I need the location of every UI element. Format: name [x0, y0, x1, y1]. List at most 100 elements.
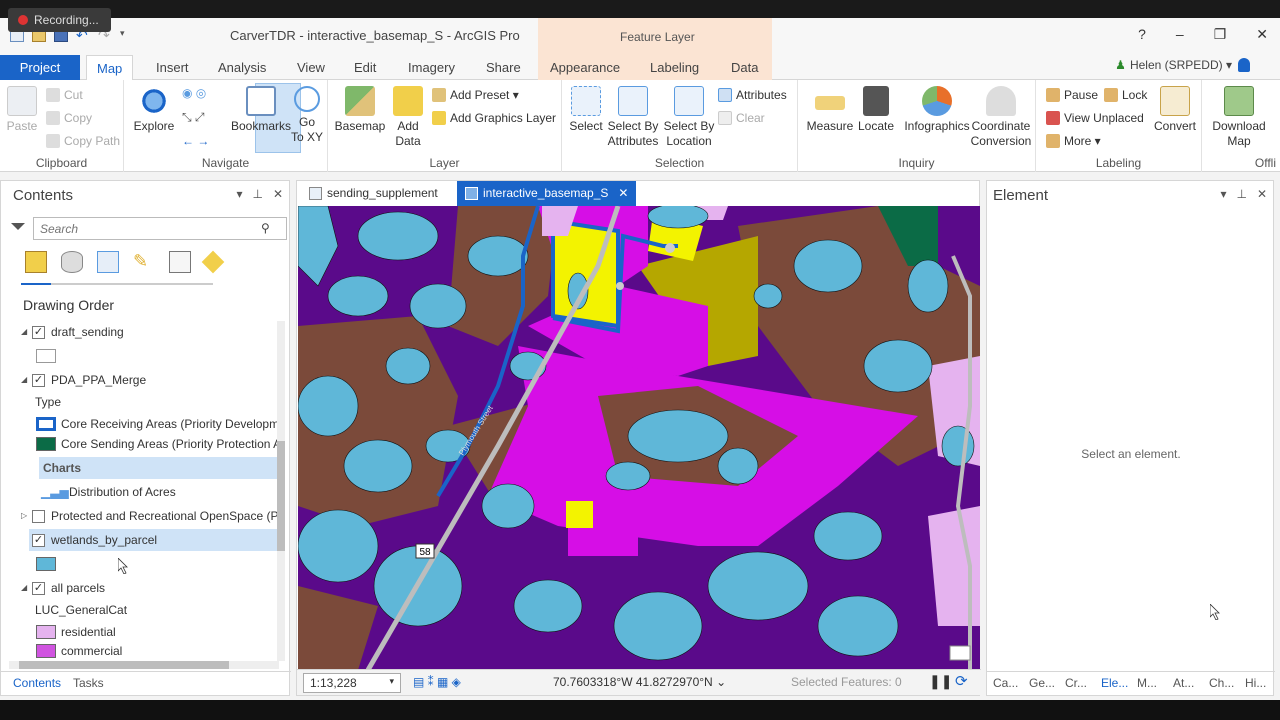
wetland-polygon[interactable] — [298, 375, 359, 437]
layer-protected-openspace[interactable]: ▷ Protected and Recreational OpenSpace (P… — [1, 505, 277, 527]
tab-attributes[interactable]: At... — [1173, 676, 1194, 690]
tab-contents[interactable]: Contents — [13, 676, 61, 690]
wetland-polygon[interactable] — [753, 283, 783, 309]
tab-catalog[interactable]: Ca... — [993, 676, 1018, 690]
tab-element[interactable]: Ele... — [1101, 676, 1128, 690]
copy-path-button[interactable]: Copy Path — [46, 134, 120, 148]
parcel-selected[interactable] — [566, 501, 593, 528]
user-account[interactable]: ♟ Helen (SRPEDD) ▾ — [1115, 58, 1232, 72]
list-by-snapping-icon[interactable] — [169, 251, 191, 273]
symbol-swatch[interactable] — [36, 437, 56, 451]
search-icon[interactable]: ⚲ — [261, 221, 270, 235]
navigation-tools-icons[interactable]: ▤ ⁑ ▦ ◈ — [413, 675, 461, 689]
expand-icon[interactable]: ▷ — [21, 505, 27, 527]
tab-analysis[interactable]: Analysis — [208, 55, 276, 80]
symbol-swatch[interactable] — [36, 349, 56, 363]
tab-create[interactable]: Cr... — [1065, 676, 1087, 690]
contents-horizontal-scrollbar[interactable] — [9, 661, 279, 669]
select-by-attributes-button[interactable]: Select By Attributes — [606, 86, 660, 149]
measure-button[interactable]: Measure — [804, 86, 856, 134]
pin-icon[interactable]: ⊥ — [252, 187, 262, 201]
pane-menu-icon[interactable]: ▾ — [1220, 187, 1226, 201]
layer-draft-sending[interactable]: ◢ ✓ draft_sending — [1, 321, 277, 343]
wetland-polygon[interactable] — [907, 259, 949, 313]
symbol-swatch[interactable] — [36, 417, 56, 431]
tab-history[interactable]: Hi... — [1245, 676, 1266, 690]
tab-data[interactable]: Data — [721, 55, 768, 80]
pin-icon[interactable]: ⊥ — [1236, 187, 1246, 201]
wetland-polygon[interactable] — [707, 551, 809, 621]
charts-heading[interactable]: Charts — [39, 457, 277, 479]
close-button[interactable]: ✕ — [1256, 26, 1268, 43]
cut-button[interactable]: Cut — [46, 88, 83, 102]
search-input[interactable] — [33, 217, 287, 240]
lock-labeling-button[interactable]: Lock — [1104, 88, 1147, 102]
layer-wetlands-by-parcel[interactable]: ◢✓wetlands_by_parcel — [29, 529, 277, 551]
scale-selector[interactable]: 1:13,228 ▾ — [303, 673, 401, 693]
wetland-polygon[interactable] — [817, 595, 899, 657]
symbol-swatch[interactable] — [36, 557, 56, 571]
minimize-button[interactable]: – — [1176, 26, 1184, 43]
explore-button[interactable]: Explore — [132, 86, 176, 134]
list-by-labeling-icon[interactable] — [201, 250, 225, 274]
restore-button[interactable]: ❐ — [1214, 26, 1227, 43]
basemap-button[interactable]: Basemap — [334, 86, 386, 134]
select-by-location-button[interactable]: Select By Location — [662, 86, 716, 149]
tab-tasks[interactable]: Tasks — [73, 676, 104, 690]
wetland-polygon[interactable] — [357, 211, 439, 261]
notifications-icon[interactable] — [1238, 58, 1250, 72]
tab-share[interactable]: Share — [476, 55, 531, 80]
scrollbar-thumb[interactable] — [19, 661, 229, 669]
tab-imagery[interactable]: Imagery — [398, 55, 465, 80]
layer-visibility-checkbox[interactable] — [32, 510, 45, 523]
wetland-polygon[interactable] — [327, 275, 389, 317]
layer-pda-ppa-merge[interactable]: ◢ ✓ PDA_PPA_Merge — [1, 369, 277, 391]
expand-icon[interactable]: ◢ — [21, 369, 27, 391]
locate-button[interactable]: Locate — [854, 86, 898, 134]
list-by-data-source-icon[interactable] — [61, 251, 83, 273]
map-tab-sending-supplement[interactable]: sending_supplement — [301, 181, 446, 206]
pause-labeling-button[interactable]: Pause — [1046, 88, 1098, 102]
attributes-button[interactable]: Attributes — [718, 88, 787, 102]
wetland-polygon[interactable] — [647, 206, 709, 229]
chevron-down-icon[interactable]: ⌄ — [716, 675, 726, 689]
go-to-xy-button[interactable]: Go To XY — [288, 86, 326, 145]
customize-icon[interactable]: ▾ — [120, 28, 134, 42]
add-preset-button[interactable]: Add Preset ▾ — [432, 88, 519, 102]
wetland-polygon[interactable] — [717, 447, 759, 485]
tab-chart[interactable]: Ch... — [1209, 676, 1234, 690]
add-data-button[interactable]: Add Data — [388, 86, 428, 149]
map-canvas[interactable]: 58 Plymouth Street — [298, 206, 980, 670]
wetland-polygon[interactable] — [627, 409, 729, 463]
previous-next-extent-icon[interactable]: ← → — [182, 134, 209, 148]
expand-icon[interactable]: ◢ — [21, 321, 27, 343]
full-extent-icon[interactable]: ◉ ◎ — [182, 86, 206, 100]
close-pane-icon[interactable]: ✕ — [273, 187, 283, 201]
tab-map[interactable]: Map — [86, 55, 134, 80]
zoom-fixed-icon[interactable]: ⤡ ⤢ — [182, 110, 205, 125]
layer-visibility-checkbox[interactable]: ✓ — [32, 326, 45, 339]
refresh-icon[interactable]: ⟳ — [955, 672, 968, 690]
list-by-drawing-order-icon[interactable] — [25, 251, 47, 273]
chart-distribution-of-acres[interactable]: ▁▃▅ Distribution of Acres — [1, 481, 277, 503]
wetland-polygon[interactable] — [343, 439, 413, 493]
infographics-button[interactable]: Infographics — [902, 86, 972, 134]
download-map-button[interactable]: Download Map — [1208, 86, 1270, 149]
wetland-polygon[interactable] — [481, 483, 535, 529]
coordinate-conversion-button[interactable]: Coordinate Conversion — [968, 86, 1034, 149]
close-tab-icon[interactable]: ✕ — [618, 186, 628, 200]
more-labeling-button[interactable]: More ▾ — [1046, 134, 1101, 148]
contents-vertical-scrollbar[interactable] — [277, 321, 285, 661]
tab-labeling[interactable]: Labeling — [640, 55, 709, 80]
layer-all-parcels[interactable]: ◢ ✓ all parcels — [1, 577, 277, 599]
wetland-polygon[interactable] — [385, 347, 431, 385]
scrollbar-thumb[interactable] — [277, 441, 285, 551]
help-button[interactable]: ? — [1138, 26, 1146, 43]
list-by-selection-icon[interactable] — [97, 251, 119, 273]
wetland-polygon[interactable] — [605, 461, 651, 491]
convert-button[interactable]: Convert — [1150, 86, 1200, 134]
select-button[interactable]: Select — [566, 86, 606, 134]
wetland-polygon[interactable] — [467, 235, 529, 277]
wetland-polygon[interactable] — [409, 283, 467, 329]
tab-geoprocessing[interactable]: Ge... — [1029, 676, 1055, 690]
